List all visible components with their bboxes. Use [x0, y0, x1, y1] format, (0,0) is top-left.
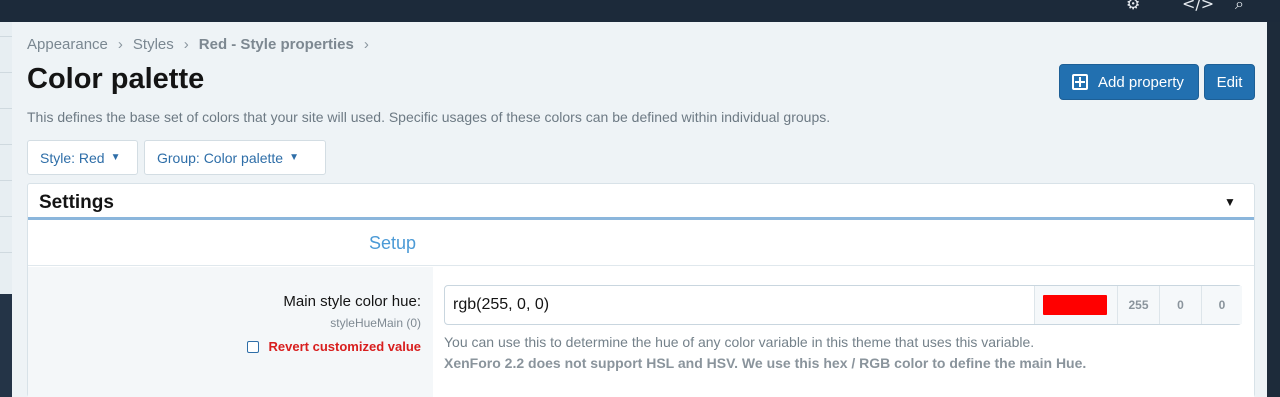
- property-value-cell: rgb(255, 0, 0) 255 0 0 You can use this …: [433, 267, 1254, 397]
- checkbox-icon[interactable]: [246, 340, 259, 353]
- group-filter-dropdown[interactable]: Group: Color palette ▼: [144, 140, 326, 175]
- color-swatch-button[interactable]: [1034, 286, 1117, 324]
- revert-label: Revert customized value: [268, 339, 421, 354]
- breadcrumb-separator: ›: [183, 36, 189, 53]
- edit-button[interactable]: Edit: [1204, 64, 1255, 100]
- search-icon[interactable]: ⌕: [1235, 0, 1244, 14]
- property-hint-note: XenForo 2.2 does not support HSL and HSV…: [444, 355, 1087, 371]
- breadcrumb-item-styles[interactable]: Styles: [133, 36, 174, 53]
- add-property-button[interactable]: Add property: [1059, 64, 1199, 100]
- panel-header[interactable]: Settings ▼: [28, 184, 1254, 220]
- breadcrumb-separator: ›: [117, 36, 123, 53]
- property-label: Main style color hue:: [283, 293, 421, 310]
- group-filter-label: Group: Color palette: [157, 149, 284, 166]
- top-navigation-bar: ⚙ </> ⌕: [0, 0, 1280, 22]
- revert-checkbox[interactable]: Revert customized value: [246, 339, 421, 354]
- edit-label: Edit: [1216, 73, 1243, 91]
- right-edge: [1267, 22, 1280, 397]
- add-icon: [1072, 74, 1088, 90]
- sidebar-edge: [0, 22, 12, 397]
- color-value-input[interactable]: rgb(255, 0, 0): [453, 296, 549, 314]
- collapse-toggle-icon[interactable]: ▼: [1224, 195, 1236, 209]
- breadcrumb-item-style-properties[interactable]: Red - Style properties: [199, 36, 354, 53]
- panel-title: Settings: [39, 192, 114, 213]
- caret-down-icon: ▼: [110, 152, 121, 163]
- page-title: Color palette: [27, 63, 205, 95]
- green-channel-value: 0: [1159, 286, 1201, 324]
- settings-panel: Settings ▼ Setup Main style color hue: s…: [27, 183, 1255, 397]
- settings-icon[interactable]: ⚙: [1126, 0, 1140, 13]
- style-filter-dropdown[interactable]: Style: Red ▼: [27, 140, 138, 175]
- section-header: Setup: [28, 223, 1254, 266]
- add-property-label: Add property: [1098, 73, 1184, 91]
- section-title: Setup: [369, 233, 417, 253]
- color-input-group: rgb(255, 0, 0) 255 0 0: [444, 285, 1242, 325]
- property-key: styleHueMain (0): [330, 316, 421, 330]
- caret-down-icon: ▼: [289, 152, 299, 163]
- breadcrumb-separator: ›: [363, 36, 369, 53]
- breadcrumb: Appearance › Styles › Red - Style properties…: [27, 36, 379, 53]
- property-hint: You can use this to determine the hue of…: [444, 334, 1035, 350]
- page-description: This defines the base set of colors that…: [27, 109, 831, 125]
- style-filter-label: Style: Red: [40, 149, 105, 166]
- color-swatch: [1043, 295, 1107, 315]
- property-label-cell: Main style color hue: styleHueMain (0) R…: [28, 267, 433, 397]
- main-content: Appearance › Styles › Red - Style properties…: [12, 22, 1267, 397]
- code-icon[interactable]: </>: [1182, 0, 1214, 13]
- breadcrumb-item-appearance[interactable]: Appearance: [27, 36, 108, 53]
- red-channel-value: 255: [1117, 286, 1159, 324]
- blue-channel-value: 0: [1201, 286, 1242, 324]
